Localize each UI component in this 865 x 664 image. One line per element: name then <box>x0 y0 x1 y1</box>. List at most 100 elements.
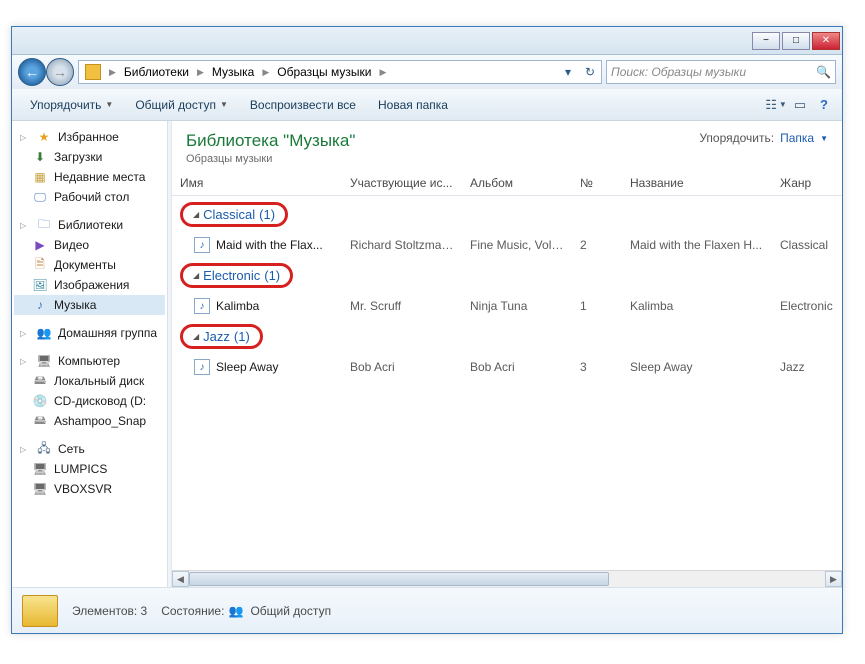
breadcrumb[interactable]: Библиотеки <box>118 61 195 83</box>
new-folder-button[interactable]: Новая папка <box>368 94 458 116</box>
recent-icon: ▦ <box>32 169 48 185</box>
sidebar-item-local-disk[interactable]: 🖴Локальный диск <box>14 371 165 391</box>
sidebar-item-homegroup[interactable]: ▷👥Домашняя группа <box>14 323 165 343</box>
drive-icon: 🖴 <box>32 373 48 389</box>
column-title[interactable]: Название <box>622 176 772 190</box>
column-genre[interactable]: Жанр <box>772 176 842 190</box>
sidebar-item-downloads[interactable]: ⬇Загрузки <box>14 147 165 167</box>
explorer-window: − □ ✕ ← → ▶ Библиотеки ▶ Музыка ▶ Образц… <box>11 26 843 634</box>
sidebar-item-cd-drive[interactable]: 💿CD-дисковод (D: <box>14 391 165 411</box>
back-button[interactable]: ← <box>18 58 46 86</box>
sidebar-item-vboxsvr[interactable]: 🖥VBOXSVR <box>14 479 165 499</box>
share-menu[interactable]: Общий доступ▼ <box>125 94 238 116</box>
organize-menu[interactable]: Упорядочить▼ <box>20 94 123 116</box>
column-artists[interactable]: Участвующие ис... <box>342 176 462 190</box>
collapse-icon[interactable]: ◢ <box>193 271 199 280</box>
audio-file-icon: ♪ <box>194 237 210 253</box>
group-header[interactable]: ◢ Electronic (1) <box>172 257 842 294</box>
homegroup-icon: 👥 <box>36 325 52 341</box>
computer-icon: 🖥 <box>32 481 48 497</box>
drive-icon: 🖴 <box>32 413 48 429</box>
breadcrumb[interactable]: Музыка <box>206 61 260 83</box>
scroll-left-arrow[interactable]: ◀ <box>172 571 189 587</box>
chevron-right-icon[interactable]: ▶ <box>195 67 206 78</box>
sidebar-item-lumpics[interactable]: 🖥LUMPICS <box>14 459 165 479</box>
forward-button[interactable]: → <box>46 58 74 86</box>
search-input[interactable]: Поиск: Образцы музыки 🔍 <box>606 60 836 84</box>
search-icon[interactable]: 🔍 <box>816 65 831 79</box>
scroll-thumb[interactable] <box>189 572 609 586</box>
computer-icon: 🖥 <box>32 461 48 477</box>
toolbar: Упорядочить▼ Общий доступ▼ Воспроизвести… <box>12 89 842 121</box>
network-icon: 🖧 <box>36 441 52 457</box>
expand-icon[interactable]: ▷ <box>20 329 30 338</box>
column-headers: Имя Участвующие ис... Альбом № Название … <box>172 171 842 196</box>
group-header[interactable]: ◢ Classical (1) <box>172 196 842 233</box>
chevron-down-icon: ▼ <box>105 100 113 109</box>
file-row[interactable]: ♪Sleep Away Bob Acri Bob Acri 3 Sleep Aw… <box>172 355 842 379</box>
status-bar: Элементов: 3 Состояние: 👥 Общий доступ <box>12 587 842 633</box>
star-icon: ★ <box>36 129 52 145</box>
video-icon: ▶ <box>32 237 48 253</box>
preview-pane-button[interactable]: ▭ <box>790 96 810 114</box>
column-name[interactable]: Имя <box>172 176 342 190</box>
dropdown-icon[interactable]: ▾ <box>557 65 579 79</box>
navigation-pane: ▷★Избранное ⬇Загрузки ▦Недавние места 🖵Р… <box>12 121 168 587</box>
library-icon: 🗀 <box>36 217 52 233</box>
document-icon: 🗎 <box>32 257 48 273</box>
navigation-bar: ← → ▶ Библиотеки ▶ Музыка ▶ Образцы музы… <box>12 55 842 89</box>
file-row[interactable]: ♪Maid with the Flax... Richard Stoltzman… <box>172 233 842 257</box>
breadcrumb[interactable]: Образцы музыки <box>271 61 377 83</box>
play-all-button[interactable]: Воспроизвести все <box>240 94 366 116</box>
column-number[interactable]: № <box>572 176 622 190</box>
sidebar-item-ashampoo[interactable]: 🖴Ashampoo_Snap <box>14 411 165 431</box>
view-options-button[interactable]: ☷▼ <box>766 96 786 114</box>
sidebar-item-images[interactable]: 🖼Изображения <box>14 275 165 295</box>
maximize-button[interactable]: □ <box>782 32 810 50</box>
group-header[interactable]: ◢ Jazz (1) <box>172 318 842 355</box>
minimize-button[interactable]: − <box>752 32 780 50</box>
file-row[interactable]: ♪Kalimba Mr. Scruff Ninja Tuna 1 Kalimba… <box>172 294 842 318</box>
collapse-icon[interactable]: ◢ <box>193 332 199 341</box>
chevron-right-icon[interactable]: ▶ <box>377 67 388 78</box>
refresh-icon[interactable]: ↻ <box>579 65 601 79</box>
sidebar-item-music[interactable]: ♪Музыка <box>14 295 165 315</box>
titlebar: − □ ✕ <box>12 27 842 55</box>
horizontal-scrollbar[interactable]: ◀ ▶ <box>172 570 842 587</box>
sidebar-item-documents[interactable]: 🗎Документы <box>14 255 165 275</box>
collapse-icon[interactable]: ◢ <box>193 210 199 219</box>
chevron-down-icon: ▼ <box>220 100 228 109</box>
audio-file-icon: ♪ <box>194 298 210 314</box>
search-placeholder: Поиск: Образцы музыки <box>611 65 746 79</box>
sidebar-item-network[interactable]: ▷🖧Сеть <box>14 439 165 459</box>
sidebar-item-desktop[interactable]: 🖵Рабочий стол <box>14 187 165 207</box>
chevron-right-icon[interactable]: ▶ <box>260 67 271 78</box>
sidebar-item-computer[interactable]: ▷🖥Компьютер <box>14 351 165 371</box>
column-album[interactable]: Альбом <box>462 176 572 190</box>
close-button[interactable]: ✕ <box>812 32 840 50</box>
sidebar-item-video[interactable]: ▶Видео <box>14 235 165 255</box>
library-title: Библиотека "Музыка" <box>186 131 355 151</box>
expand-icon[interactable]: ▷ <box>20 357 30 366</box>
folder-icon <box>22 595 58 627</box>
download-icon: ⬇ <box>32 149 48 165</box>
share-icon: 👥 <box>228 604 246 618</box>
help-button[interactable]: ? <box>814 96 834 114</box>
image-icon: 🖼 <box>32 277 48 293</box>
expand-icon[interactable]: ▷ <box>20 445 30 454</box>
folder-icon <box>85 64 101 80</box>
address-bar[interactable]: ▶ Библиотеки ▶ Музыка ▶ Образцы музыки ▶… <box>78 60 602 84</box>
expand-icon[interactable]: ▷ <box>20 133 30 142</box>
library-subtitle: Образцы музыки <box>186 153 355 165</box>
cd-icon: 💿 <box>32 393 48 409</box>
desktop-icon: 🖵 <box>32 189 48 205</box>
content-pane: Библиотека "Музыка" Образцы музыки Упоря… <box>172 121 842 587</box>
sidebar-item-favorites[interactable]: ▷★Избранное <box>14 127 165 147</box>
item-count: Элементов: 3 <box>72 604 147 618</box>
sidebar-item-libraries[interactable]: ▷🗀Библиотеки <box>14 215 165 235</box>
scroll-right-arrow[interactable]: ▶ <box>825 571 842 587</box>
sidebar-item-recent[interactable]: ▦Недавние места <box>14 167 165 187</box>
chevron-right-icon[interactable]: ▶ <box>107 67 118 78</box>
arrange-by[interactable]: Упорядочить: Папка ▼ <box>699 131 828 145</box>
expand-icon[interactable]: ▷ <box>20 221 30 230</box>
